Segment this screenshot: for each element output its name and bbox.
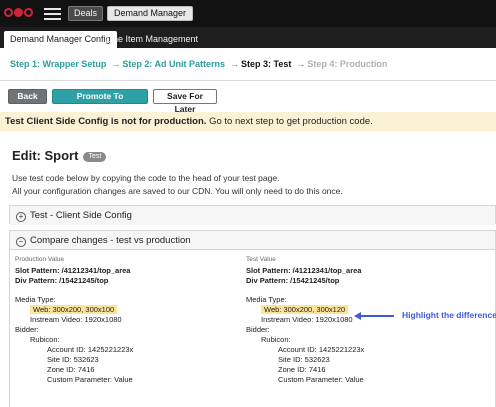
logo-dot-icon [14,8,23,17]
step-ad-unit-patterns[interactable]: Step 2: Ad Unit Patterns [122,59,225,69]
test-account-id: Account ID: 1425221223x [278,345,365,354]
client-config-panel-header[interactable]: + Test - Client Side Config [10,206,495,225]
production-div-pattern: Div Pattern: /15421245/top [15,276,109,285]
test-instream: Instream Video: 1920x1080 [261,315,353,324]
callout-annotation: Highlight the differences [402,310,496,320]
test-rubicon: Rubicon: [261,335,291,344]
test-badge: Test [83,152,107,162]
test-value-column: Test Value Slot Pattern: /41212341/top_a… [246,256,364,385]
production-instream: Instream Video: 1920x1080 [30,315,122,324]
test-web-size-highlight: Web: 300x200, 300x120 [261,305,349,314]
test-media-type: Media Type: [246,295,287,304]
step-test: Step 3: Test [241,59,292,69]
step-breadcrumb: Step 1: Wrapper Setup → Step 2: Ad Unit Pa… [10,59,389,69]
client-config-panel: + Test - Client Side Config [9,205,496,225]
test-div-pattern: Div Pattern: /15421245/top [246,276,340,285]
production-caption: Production Value [15,256,65,263]
production-bidder: Bidder: [15,325,39,334]
production-custom-parameter: Custom Parameter: Value [47,375,133,384]
test-zone-id: Zone ID: 7416 [278,365,326,374]
production-rubicon: Rubicon: [30,335,60,344]
test-slot-pattern: Slot Pattern: /41212341/top_area [246,266,362,275]
test-custom-parameter: Custom Parameter: Value [278,375,364,384]
arrow-right-icon: → [111,59,121,69]
production-site-id: Site ID: 532623 [47,355,99,364]
arrow-right-icon: → [230,59,240,69]
hamburger-menu-icon[interactable] [44,8,61,20]
production-value-column: Production Value Slot Pattern: /41212341… [15,256,133,385]
production-slot-pattern: Slot Pattern: /41212341/top_area [15,266,131,275]
step-wrapper-setup[interactable]: Step 1: Wrapper Setup [10,59,106,69]
production-media-type: Media Type: [15,295,56,304]
production-account-id: Account ID: 1425221223x [47,345,134,354]
nav-demand-manager-button[interactable]: Demand Manager [107,6,194,21]
instructions-line-1: Use test code below by copying the code … [12,173,280,183]
brand-logo[interactable] [4,8,36,19]
page-title: Edit: Sport Test [12,148,107,163]
warning-text: Go to next step to get production code. [206,116,373,127]
back-button[interactable]: Back [8,89,47,104]
production-web-size-highlight: Web: 300x200, 300x100 [30,305,118,314]
expand-plus-icon: + [16,212,26,222]
production-warning-banner: Test Client Side Config is not for produ… [0,112,496,131]
production-zone-id: Zone ID: 7416 [47,365,95,374]
page-title-text: Edit: Sport [12,148,79,163]
arrow-right-icon: → [296,59,306,69]
nav-deals-button[interactable]: Deals [68,6,104,21]
test-bidder: Bidder: [246,325,270,334]
compare-changes-panel-header[interactable]: − Compare changes - test vs production [10,231,495,250]
instructions-line-2: All your configuration changes are saved… [12,186,343,196]
save-for-later-button[interactable]: Save For Later [153,89,217,114]
logo-ring-icon [24,8,33,17]
step-production: Step 4: Production [307,59,388,69]
tab-bar: Demand Manager Config Line Item Manageme… [0,27,496,48]
divider [0,80,496,81]
compare-changes-panel-title: Compare changes - test vs production [30,235,191,246]
test-site-id: Site ID: 532623 [278,355,330,364]
callout-arrow-icon [354,311,394,320]
promote-to-production-button[interactable]: Promote To Production [52,89,148,114]
client-config-panel-title: Test - Client Side Config [30,210,132,221]
collapse-minus-icon: − [16,237,26,247]
test-caption: Test Value [246,256,276,263]
tab-line-item-management[interactable]: Line Item Management [100,31,204,48]
top-nav-bar: Deals Demand Manager [0,0,496,27]
logo-ring-icon [4,8,13,17]
warning-bold-text: Test Client Side Config is not for produ… [5,116,207,127]
